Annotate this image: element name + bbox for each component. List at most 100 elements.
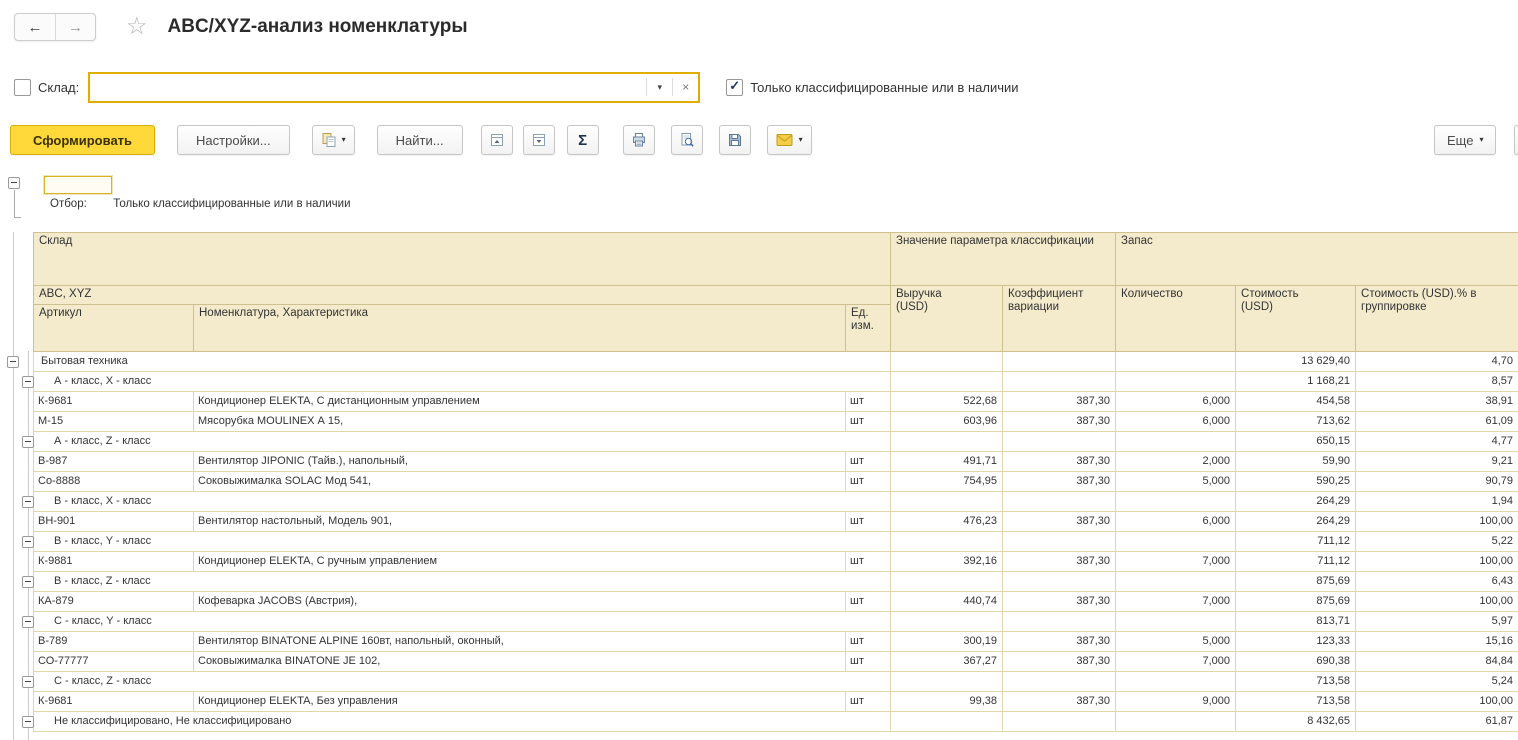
report-variants-button[interactable]: ▾ <box>312 125 355 155</box>
header-cost[interactable]: Стоимость (USD) <box>1236 286 1356 352</box>
quantity-cell[interactable]: 2,000 <box>1116 452 1236 472</box>
article-cell[interactable]: В-789 <box>34 632 194 652</box>
header-unit[interactable]: Ед. изм. <box>846 305 891 352</box>
variation-cell[interactable] <box>1003 372 1116 392</box>
save-button[interactable] <box>719 125 751 155</box>
variation-cell[interactable]: 387,30 <box>1003 552 1116 572</box>
quantity-cell[interactable]: 5,000 <box>1116 472 1236 492</box>
unit-cell[interactable]: шт <box>846 392 891 412</box>
cost-pct-cell[interactable]: 5,97 <box>1356 612 1518 632</box>
header-quantity[interactable]: Количество <box>1116 286 1236 352</box>
article-cell[interactable]: М-15 <box>34 412 194 432</box>
revenue-cell[interactable] <box>891 352 1003 372</box>
unit-cell[interactable]: шт <box>846 692 891 712</box>
cost-pct-cell[interactable]: 100,00 <box>1356 552 1518 572</box>
cost-cell[interactable]: 8 432,65 <box>1236 712 1356 732</box>
revenue-cell[interactable] <box>891 572 1003 592</box>
find-button[interactable]: Найти... <box>377 125 463 155</box>
variation-cell[interactable] <box>1003 492 1116 512</box>
revenue-cell[interactable] <box>891 612 1003 632</box>
help-button[interactable]: ? <box>1514 125 1518 155</box>
group-label-cell[interactable]: Не классифицировано, Не классифицировано <box>34 712 891 732</box>
settings-button[interactable]: Настройки... <box>177 125 290 155</box>
group-label-cell[interactable]: Бытовая техника <box>34 352 891 372</box>
unit-cell[interactable]: шт <box>846 472 891 492</box>
cost-cell[interactable]: 59,90 <box>1236 452 1356 472</box>
revenue-cell[interactable] <box>891 372 1003 392</box>
cost-pct-cell[interactable]: 5,24 <box>1356 672 1518 692</box>
quantity-cell[interactable] <box>1116 372 1236 392</box>
group-collapse-toggle[interactable] <box>22 616 34 628</box>
print-preview-button[interactable] <box>671 125 703 155</box>
header-nomenclature[interactable]: Номенклатура, Характеристика <box>194 305 846 352</box>
variation-cell[interactable] <box>1003 432 1116 452</box>
revenue-cell[interactable] <box>891 532 1003 552</box>
group-collapse-toggle[interactable] <box>22 436 34 448</box>
variation-cell[interactable]: 387,30 <box>1003 512 1116 532</box>
send-email-button[interactable]: ▾ <box>767 125 812 155</box>
cost-cell[interactable]: 711,12 <box>1236 552 1356 572</box>
header-cost-pct[interactable]: Стоимость (USD).% в группировке <box>1356 286 1518 352</box>
variation-cell[interactable] <box>1003 712 1116 732</box>
group-collapse-toggle[interactable] <box>22 716 34 728</box>
group-collapse-toggle[interactable] <box>7 356 19 368</box>
nomenclature-cell[interactable]: Мясорубка MOULINEX А 15, <box>194 412 846 432</box>
group-collapse-toggle[interactable] <box>22 576 34 588</box>
group-label-cell[interactable]: С - класс, Z - класс <box>34 672 891 692</box>
article-cell[interactable]: К-9681 <box>34 692 194 712</box>
group-label-cell[interactable]: А - класс, Z - класс <box>34 432 891 452</box>
variation-cell[interactable]: 387,30 <box>1003 692 1116 712</box>
header-variation[interactable]: Коэффициент вариации <box>1003 286 1116 352</box>
expand-groups-button[interactable] <box>523 125 555 155</box>
article-cell[interactable]: КА-879 <box>34 592 194 612</box>
revenue-cell[interactable]: 99,38 <box>891 692 1003 712</box>
cost-cell[interactable]: 650,15 <box>1236 432 1356 452</box>
quantity-cell[interactable]: 6,000 <box>1116 412 1236 432</box>
variation-cell[interactable]: 387,30 <box>1003 472 1116 492</box>
revenue-cell[interactable]: 440,74 <box>891 592 1003 612</box>
cost-cell[interactable]: 875,69 <box>1236 592 1356 612</box>
group-label-cell[interactable]: В - класс, Z - класс <box>34 572 891 592</box>
warehouse-input[interactable] <box>90 74 646 101</box>
cost-pct-cell[interactable]: 1,94 <box>1356 492 1518 512</box>
group-collapse-toggle[interactable] <box>22 376 34 388</box>
group-label-cell[interactable]: В - класс, X - класс <box>34 492 891 512</box>
revenue-cell[interactable] <box>891 672 1003 692</box>
quantity-cell[interactable] <box>1116 532 1236 552</box>
article-cell[interactable]: СО-77777 <box>34 652 194 672</box>
quantity-cell[interactable] <box>1116 492 1236 512</box>
revenue-cell[interactable] <box>891 432 1003 452</box>
article-cell[interactable]: Со-8888 <box>34 472 194 492</box>
nomenclature-cell[interactable]: Кондиционер ELEKTA, С ручным управлением <box>194 552 846 572</box>
cost-pct-cell[interactable]: 8,57 <box>1356 372 1518 392</box>
quantity-cell[interactable]: 9,000 <box>1116 692 1236 712</box>
nomenclature-cell[interactable]: Вентилятор BINATONE ALPINE 160вт, наполь… <box>194 632 846 652</box>
unit-cell[interactable]: шт <box>846 552 891 572</box>
revenue-cell[interactable] <box>891 712 1003 732</box>
warehouse-checkbox[interactable] <box>14 79 31 96</box>
revenue-cell[interactable] <box>891 492 1003 512</box>
quantity-cell[interactable] <box>1116 712 1236 732</box>
revenue-cell[interactable]: 491,71 <box>891 452 1003 472</box>
header-warehouse[interactable]: Склад <box>34 233 891 286</box>
cost-pct-cell[interactable]: 61,09 <box>1356 412 1518 432</box>
print-button[interactable] <box>623 125 655 155</box>
group-label-cell[interactable]: В - класс, Y - класс <box>34 532 891 552</box>
cost-cell[interactable]: 690,38 <box>1236 652 1356 672</box>
nomenclature-cell[interactable]: Вентилятор JIPONIC (Тайв.), напольный, <box>194 452 846 472</box>
cost-cell[interactable]: 264,29 <box>1236 512 1356 532</box>
unit-cell[interactable]: шт <box>846 592 891 612</box>
revenue-cell[interactable]: 367,27 <box>891 652 1003 672</box>
variation-cell[interactable] <box>1003 672 1116 692</box>
header-article[interactable]: Артикул <box>34 305 194 352</box>
warehouse-dropdown-button[interactable]: ▾ <box>647 82 672 93</box>
cost-pct-cell[interactable]: 15,16 <box>1356 632 1518 652</box>
quantity-cell[interactable]: 5,000 <box>1116 632 1236 652</box>
back-button[interactable]: ← <box>15 14 55 40</box>
group-collapse-toggle[interactable] <box>22 676 34 688</box>
revenue-cell[interactable]: 392,16 <box>891 552 1003 572</box>
article-cell[interactable]: К-9681 <box>34 392 194 412</box>
unit-cell[interactable]: шт <box>846 652 891 672</box>
variation-cell[interactable] <box>1003 532 1116 552</box>
variation-cell[interactable]: 387,30 <box>1003 592 1116 612</box>
